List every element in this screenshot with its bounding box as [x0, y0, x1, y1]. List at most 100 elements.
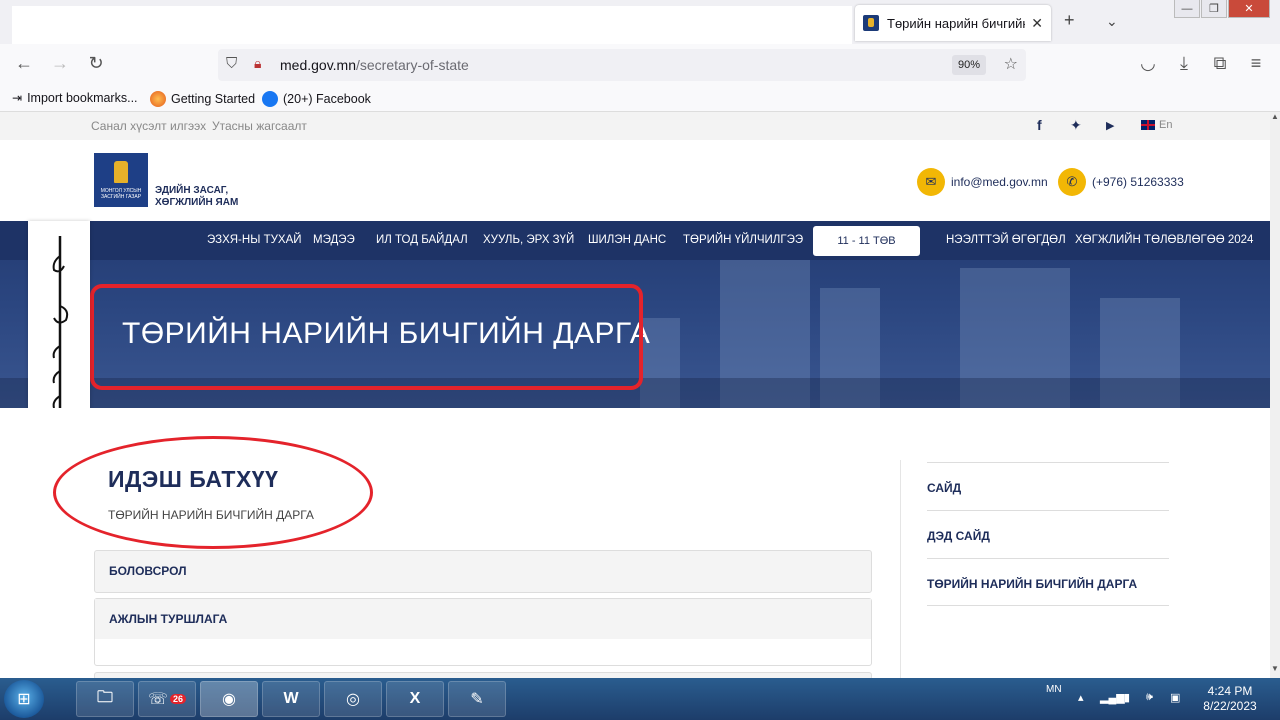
restore-icon[interactable]: ❐: [1201, 0, 1227, 18]
bookmark-star-icon[interactable]: ☆: [1004, 54, 1018, 74]
battery-icon[interactable]: ▮: [1124, 691, 1130, 704]
word-icon[interactable]: W: [262, 681, 320, 717]
bookmark-label: (20+) Facebook: [283, 92, 371, 106]
menu-item-public-service[interactable]: ТӨРИЙН ҮЙЛЧИЛГЭЭ: [683, 234, 803, 246]
envelope-icon: ✉: [917, 168, 945, 196]
volume-icon[interactable]: 🕪︎: [1146, 691, 1153, 704]
annotation-rectangle: [90, 284, 643, 390]
bookmark-facebook[interactable]: (20+) Facebook: [262, 91, 371, 107]
tab-title: Төрийн нарийн бичгийн д: [887, 15, 1026, 31]
forward-icon[interactable]: →: [48, 53, 72, 74]
phone-icon: ✆: [1058, 168, 1086, 196]
clock-time: 4:24 PM: [1207, 684, 1253, 698]
menu-item-glass-account[interactable]: ШИЛЭН ДАНС: [588, 234, 666, 246]
uk-flag-icon: [1141, 120, 1155, 130]
downloads-icon[interactable]: ⤓: [1172, 53, 1196, 74]
start-button[interactable]: ⊞: [4, 680, 44, 718]
site-favicon-icon: [863, 15, 879, 31]
main-menu: ЭЗХЯ-НЫ ТУХАЙ МЭДЭЭ ИЛ ТОД БАЙДАЛ ХУУЛЬ,…: [0, 221, 1270, 260]
viber-glyph: ☏: [147, 691, 168, 708]
sidebar-item-minister[interactable]: САЙД: [927, 462, 1169, 510]
org-name-line2: ХӨГЖЛИЙН ЯАМ: [155, 197, 239, 208]
facebook-icon: [262, 91, 278, 107]
email-text: info@med.gov.mn: [951, 175, 1048, 189]
accordion-label: АЖЛЫН ТУРШЛАГА: [109, 612, 228, 626]
import-icon: ⇥: [12, 91, 23, 105]
new-tab-icon[interactable]: +: [1064, 10, 1075, 31]
sidebar-label: ДЭД САЙД: [927, 529, 990, 543]
network-icon[interactable]: ▣: [1170, 691, 1180, 704]
menu-item-transparency[interactable]: ИЛ ТОД БАЙДАЛ: [376, 234, 468, 246]
bookmark-import[interactable]: ⇥ Import bookmarks...: [12, 91, 138, 105]
annotation-ellipse: [53, 436, 373, 549]
scroll-down-icon[interactable]: ▼: [1270, 664, 1280, 673]
bookmark-label: Import bookmarks...: [27, 91, 138, 105]
url-path: /secretary-of-state: [356, 57, 469, 73]
firefox-icon: [150, 91, 166, 107]
tab-strip-blank: [12, 6, 852, 44]
sidebar-item-deputy-minister[interactable]: ДЭД САЙД: [927, 510, 1169, 558]
paint-icon[interactable]: ✎: [448, 681, 506, 717]
feedback-link[interactable]: Санал хүсэлт илгээх: [91, 119, 206, 133]
twitter-icon[interactable]: ✦: [1070, 117, 1082, 134]
extensions-icon[interactable]: ⧉: [1208, 53, 1232, 74]
menu-item-11-11-center[interactable]: 11 - 11 ТӨВ: [813, 226, 920, 256]
zoom-level[interactable]: 90%: [951, 55, 986, 75]
pocket-icon[interactable]: ◡: [1136, 53, 1160, 74]
phone-list-link[interactable]: Утасны жагсаалт: [212, 119, 307, 133]
minimize-icon[interactable]: —: [1174, 0, 1200, 18]
facebook-icon[interactable]: f: [1037, 117, 1042, 133]
logo-text: МОНГОЛ УЛСЫН ЗАСГИЙН ГАЗАР: [100, 188, 142, 200]
site-logo[interactable]: МОНГОЛ УЛСЫН ЗАСГИЙН ГАЗАР: [94, 153, 148, 207]
bookmarks-bar: ⇥ Import bookmarks... Getting Started (2…: [0, 86, 1280, 112]
sidebar-item-secretary[interactable]: ТӨРИЙН НАРИЙН БИЧГИЙН ДАРГА: [927, 558, 1169, 606]
sidebar-label: САЙД: [927, 481, 962, 495]
org-name-line1: ЭДИЙН ЗАСАГ,: [155, 185, 229, 196]
url-bar[interactable]: ⛉ 🔒︎ med.gov.mn/secretary-of-state 90% ☆: [218, 49, 1026, 81]
url-text[interactable]: med.gov.mn/secretary-of-state: [280, 57, 469, 73]
youtube-icon[interactable]: ▶: [1106, 119, 1114, 132]
chrome-icon[interactable]: ◎: [324, 681, 382, 717]
input-language[interactable]: MN: [1046, 684, 1062, 695]
list-tabs-icon[interactable]: ⌄: [1106, 13, 1118, 30]
url-domain: med.gov.mn: [280, 57, 356, 73]
firefox-taskbar-icon[interactable]: ◉: [200, 681, 258, 717]
close-tab-icon[interactable]: ✕: [1031, 15, 1043, 32]
clock-date: 8/22/2023: [1203, 699, 1257, 713]
accordion-work-experience[interactable]: АЖЛЫН ТУРШЛАГА: [94, 598, 872, 666]
menu-item-news[interactable]: МЭДЭЭ: [313, 234, 355, 246]
bookmark-getting-started[interactable]: Getting Started: [150, 91, 255, 107]
accordion-label: БОЛОВСРОЛ: [109, 564, 187, 578]
phone-contact[interactable]: ✆ (+976) 51263333: [1058, 168, 1184, 196]
browser-nav-bar: ← → ↻ ⛉ 🔒︎ med.gov.mn/secretary-of-state…: [0, 44, 1280, 86]
accordion-header[interactable]: АЖЛЫН ТУРШЛАГА: [95, 599, 871, 639]
menu-item-law[interactable]: ХУУЛЬ, ЭРХ ЗҮЙ: [483, 234, 574, 246]
language-label: En: [1159, 119, 1173, 131]
menu-item-open-data[interactable]: НЭЭЛТТЭЙ ӨГӨГДӨЛ: [946, 234, 1066, 246]
explorer-icon[interactable]: 🗀: [76, 681, 134, 717]
menu-icon[interactable]: ≡: [1244, 53, 1268, 74]
bookmark-label: Getting Started: [171, 92, 256, 106]
site-top-strip: Санал хүсэлт илгээх Утасны жагсаалт f ✦ …: [0, 112, 1270, 140]
page-scrollbar[interactable]: ▲ ▼: [1270, 112, 1280, 678]
lock-icon[interactable]: 🔒︎: [254, 55, 261, 72]
email-contact[interactable]: ✉ info@med.gov.mn: [917, 168, 1048, 196]
viber-icon[interactable]: ☏ 26: [138, 681, 196, 717]
scroll-up-icon[interactable]: ▲: [1270, 112, 1280, 121]
reload-icon[interactable]: ↻: [84, 53, 108, 74]
system-clock[interactable]: 4:24 PM 8/22/2023: [1190, 684, 1270, 714]
browser-tab-bar: Төрийн нарийн бичгийн д ✕ + ⌄ — ❐ ✕: [0, 0, 1280, 44]
back-icon[interactable]: ←: [12, 53, 36, 74]
soyombo-icon: [114, 161, 128, 183]
browser-tab-active[interactable]: Төрийн нарийн бичгийн д ✕: [855, 5, 1051, 41]
excel-icon[interactable]: X: [386, 681, 444, 717]
menu-item-development-plan[interactable]: ХӨГЖЛИЙН ТӨЛӨВЛӨГӨӨ 2024: [1075, 234, 1253, 246]
close-window-icon[interactable]: ✕: [1228, 0, 1270, 18]
shield-icon[interactable]: ⛉: [226, 55, 237, 72]
menu-item-about[interactable]: ЭЗХЯ-НЫ ТУХАЙ: [207, 234, 302, 246]
phone-text: (+976) 51263333: [1092, 175, 1184, 189]
accordion-education[interactable]: БОЛОВСРОЛ: [94, 550, 872, 593]
language-switch[interactable]: En: [1141, 119, 1172, 131]
tray-expand-icon[interactable]: ▴: [1078, 691, 1084, 704]
signal-icon[interactable]: ▂▄▆: [1100, 691, 1125, 704]
